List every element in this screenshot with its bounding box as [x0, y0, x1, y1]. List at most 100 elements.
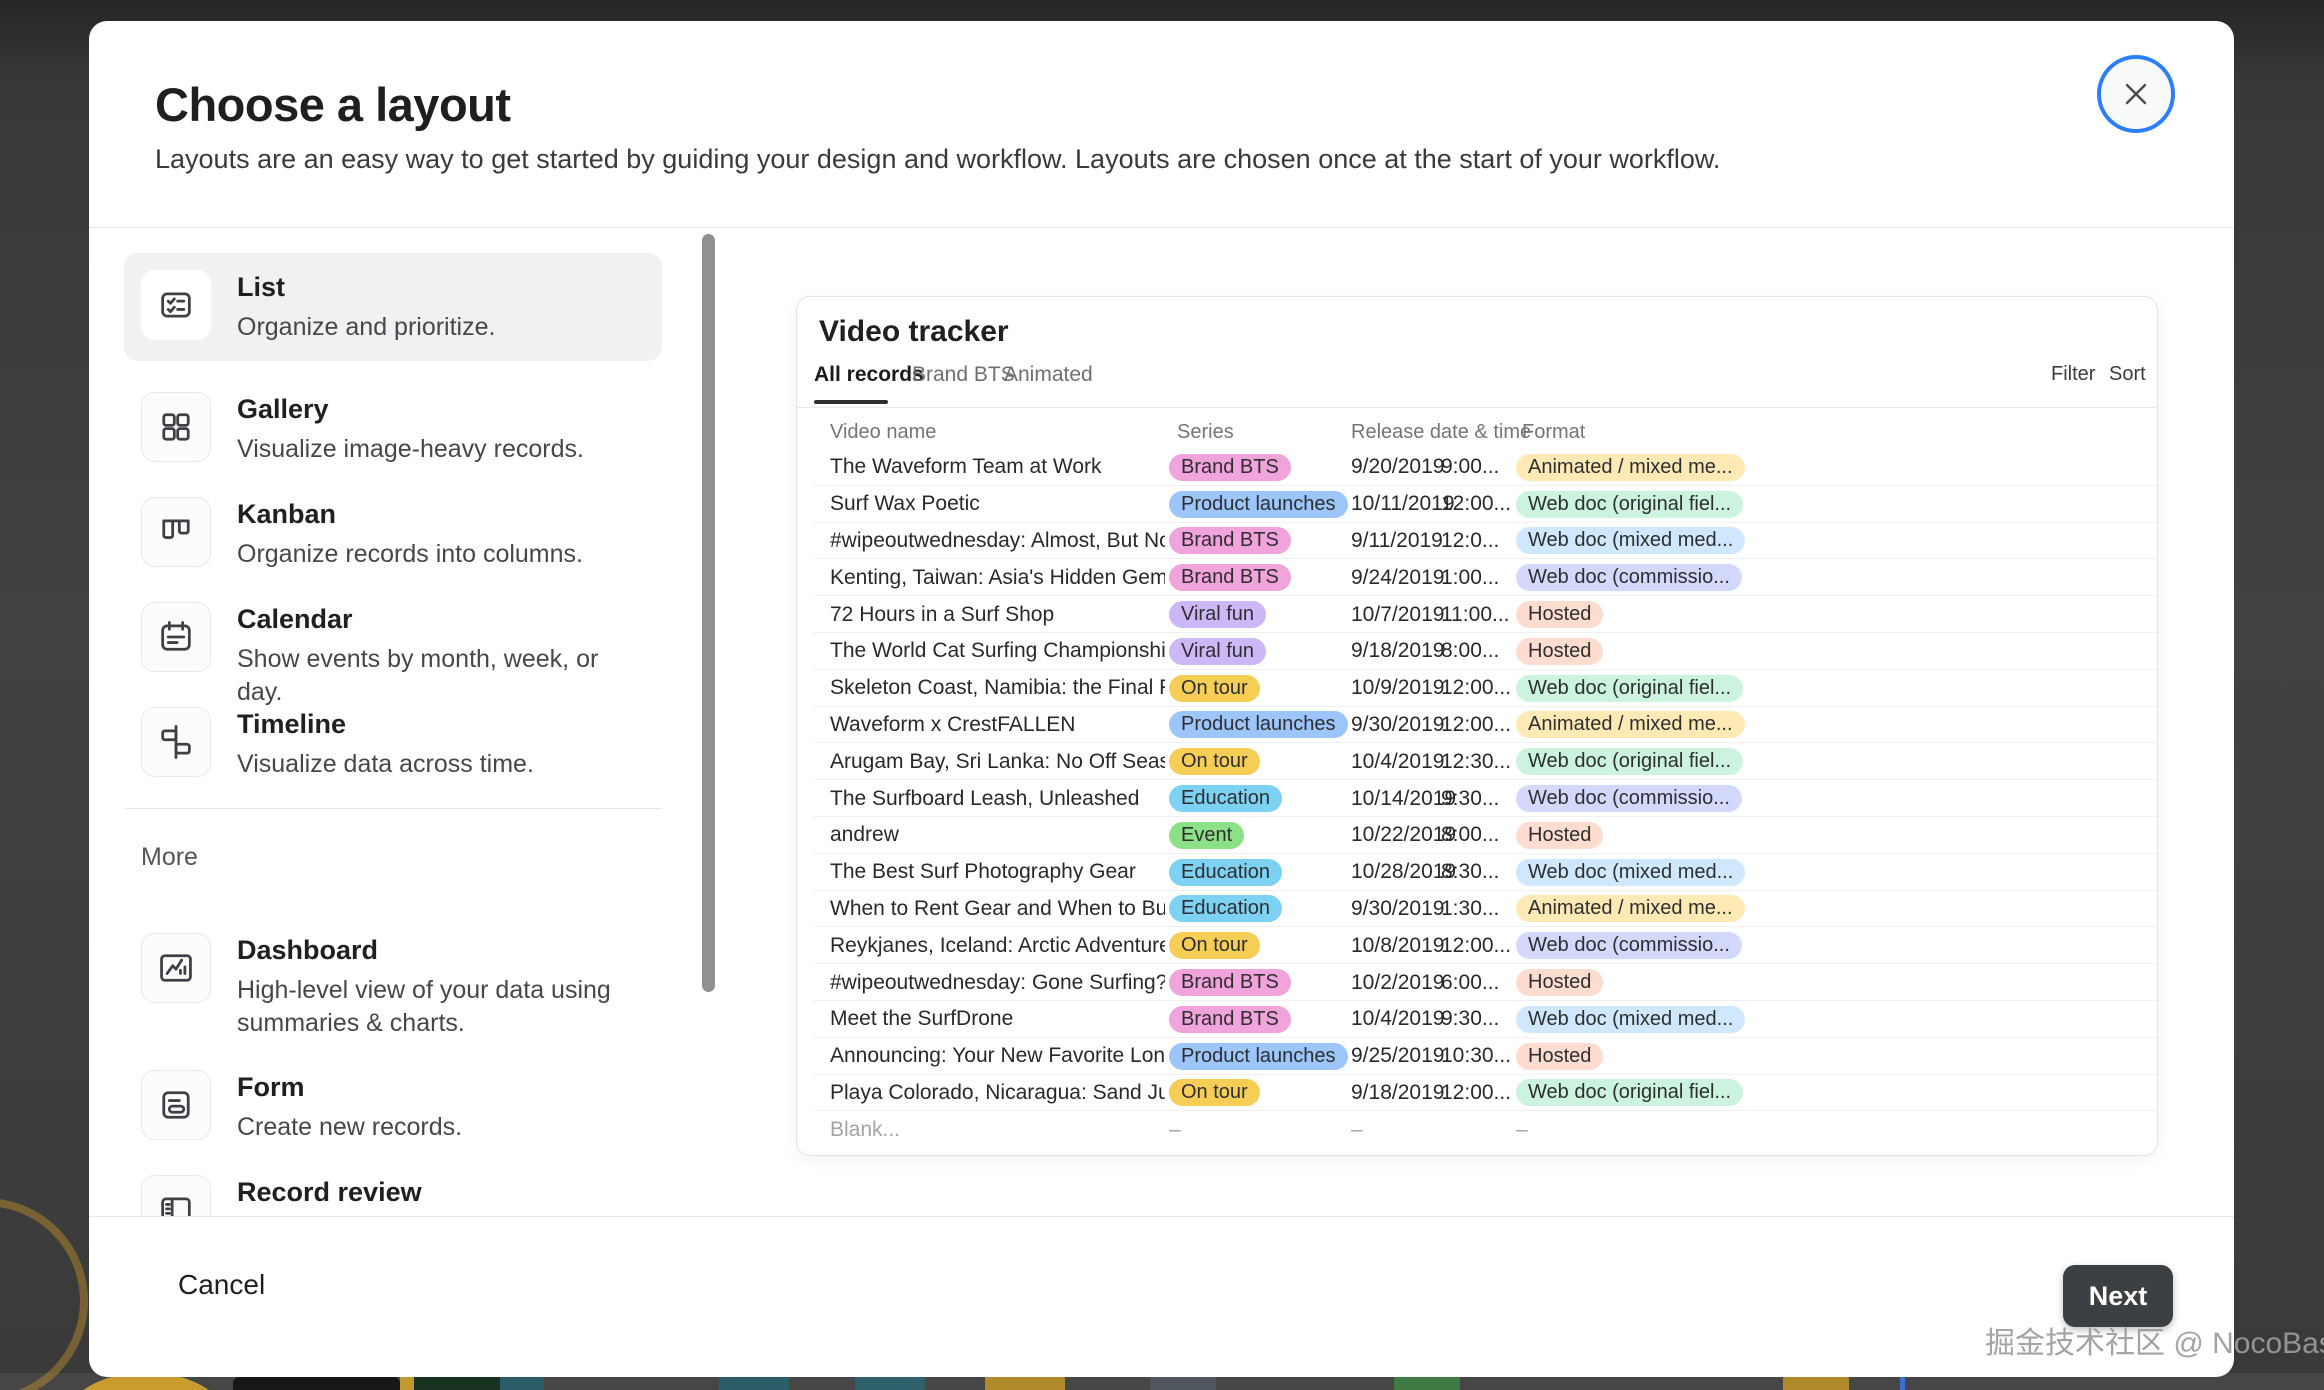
cell-video-name: #wipeoutwednesday: Gone Surfing? [830, 964, 1165, 1001]
cell-series: On tour [1169, 927, 1260, 964]
series-tag: On tour [1169, 1079, 1260, 1106]
sidebar-item-title: Kanban [237, 499, 629, 530]
format-tag: Web doc (original fiel... [1516, 491, 1743, 518]
preview-title: Video tracker [819, 315, 1009, 349]
sidebar-item-gallery[interactable]: Gallery Visualize image-heavy records. [124, 375, 662, 483]
cell-format: Web doc (commissio... [1516, 927, 1742, 964]
cell-release-date: 9/30/2019 [1351, 707, 1444, 744]
cell-release-date: 9/18/2019 [1351, 1075, 1444, 1112]
table-row[interactable]: The World Cat Surfing Championships 2019… [813, 633, 2157, 670]
cell-format: Web doc (original fiel... [1516, 486, 1743, 523]
background-fragment [233, 1376, 400, 1390]
cell-format: Hosted [1516, 964, 1603, 1001]
cell-release-time: 1:00... [1441, 559, 1499, 596]
cell-video-name: The Waveform Team at Work [830, 449, 1165, 486]
series-tag: On tour [1169, 675, 1260, 702]
tab-animated[interactable]: Animated [1004, 363, 1093, 387]
cell-series: Education [1169, 780, 1282, 817]
sidebar-item-dashboard[interactable]: Dashboard High-level view of your data u… [124, 916, 662, 1057]
table-row[interactable]: Arugam Bay, Sri Lanka: No Off Season On … [813, 743, 2157, 780]
cell-format: Web doc (mixed med... [1516, 523, 1745, 560]
sidebar-item-title: List [237, 272, 629, 303]
cell-release-time: 9:30... [1441, 780, 1499, 817]
screen: Choose a layout Layouts are an easy way … [0, 0, 2324, 1390]
layout-sidebar: List Organize and prioritize. Gallery Vi… [124, 248, 684, 1216]
cell-release-time: 9:00... [1441, 449, 1499, 486]
cell-series: Event [1169, 817, 1244, 854]
format-tag: Web doc (mixed med... [1516, 527, 1745, 554]
table-row[interactable]: When to Rent Gear and When to Buy Gear E… [813, 891, 2157, 928]
sidebar-scrollbar-thumb[interactable] [702, 234, 715, 992]
sidebar-divider [124, 808, 662, 809]
series-tag: On tour [1169, 748, 1260, 775]
cell-release-date: 10/11/2019 [1351, 486, 1455, 523]
sidebar-item-desc: Create new records. [237, 1111, 629, 1144]
format-tag: Web doc (mixed med... [1516, 1006, 1745, 1033]
series-tag: Education [1169, 785, 1282, 812]
cell-release-date: 10/4/2019 [1351, 743, 1444, 780]
cell-release-time: 12:00... [1441, 707, 1511, 744]
table-row[interactable]: Blank... – – – [813, 1111, 2157, 1148]
cell-format: Animated / mixed me... [1516, 449, 1745, 486]
cell-release-time: 8:00... [1441, 633, 1499, 670]
sidebar-item-kanban[interactable]: Kanban Organize records into columns. [124, 480, 662, 588]
cell-video-name: Surf Wax Poetic [830, 486, 1165, 523]
series-tag: On tour [1169, 932, 1260, 959]
cell-release-time: 12:00... [1441, 927, 1511, 964]
table-row[interactable]: 72 Hours in a Surf Shop Viral fun 10/7/2… [813, 596, 2157, 633]
cell-video-name: Waveform x CrestFALLEN [830, 707, 1165, 744]
format-tag: Hosted [1516, 1043, 1603, 1070]
cell-release-date: 10/9/2019 [1351, 670, 1444, 707]
cell-release-time: 11:00... [1441, 596, 1510, 633]
table-row[interactable]: Kenting, Taiwan: Asia's Hidden Gem Brand… [813, 559, 2157, 596]
sidebar-item-list[interactable]: List Organize and prioritize. [124, 253, 662, 361]
table-row[interactable]: The Surfboard Leash, Unleashed Education… [813, 780, 2157, 817]
cell-release-time: 1:30... [1441, 891, 1499, 928]
series-tag: Education [1169, 895, 1282, 922]
close-button[interactable] [2097, 55, 2175, 133]
cell-release-date: 10/2/2019 [1351, 964, 1444, 1001]
table-row[interactable]: Playa Colorado, Nicaragua: Sand Juan del… [813, 1075, 2157, 1112]
sidebar-item-form[interactable]: Form Create new records. [124, 1053, 662, 1161]
tab-brand-bts[interactable]: Brand BTS [912, 363, 1015, 387]
cell-format: Hosted [1516, 817, 1603, 854]
series-tag: Viral fun [1169, 601, 1266, 628]
cell-series: – [1169, 1111, 1181, 1148]
more-section-label: More [141, 843, 198, 872]
sort-button[interactable]: Sort [2109, 363, 2146, 386]
cell-series: Product launches [1169, 707, 1348, 744]
sidebar-item-title: Form [237, 1072, 629, 1103]
cell-release-time: 10:30... [1441, 1038, 1511, 1075]
cell-release-time: 12:0... [1441, 523, 1499, 560]
series-tag: Product launches [1169, 491, 1348, 518]
table-row[interactable]: Reykjanes, Iceland: Arctic Adventure On … [813, 927, 2157, 964]
table-row[interactable]: The Waveform Team at Work Brand BTS 9/20… [813, 449, 2157, 486]
format-tag: Web doc (original fiel... [1516, 675, 1743, 702]
sidebar-item-timeline[interactable]: Timeline Visualize data across time. [124, 690, 662, 798]
series-tag: Product launches [1169, 711, 1348, 738]
cell-release-date: 10/7/2019 [1351, 596, 1444, 633]
cell-format: – [1516, 1111, 1528, 1148]
cell-series: Brand BTS [1169, 449, 1291, 486]
cell-release-date: 10/8/2019 [1351, 927, 1444, 964]
table-row[interactable]: Meet the SurfDrone Brand BTS 10/4/2019 9… [813, 1001, 2157, 1038]
table-row[interactable]: Surf Wax Poetic Product launches 10/11/2… [813, 486, 2157, 523]
sidebar-item-title: Dashboard [237, 935, 629, 966]
table-row[interactable]: Skeleton Coast, Namibia: the Final Front… [813, 670, 2157, 707]
table-row[interactable]: #wipeoutwednesday: Gone Surfing? Brand B… [813, 964, 2157, 1001]
table-row[interactable]: andrew Event 10/22/2019 8:00... Hosted [813, 817, 2157, 854]
series-tag: Education [1169, 859, 1282, 886]
cell-video-name: Skeleton Coast, Namibia: the Final Front… [830, 670, 1165, 707]
table-row[interactable]: Waveform x CrestFALLEN Product launches … [813, 707, 2157, 744]
filter-button[interactable]: Filter [2051, 363, 2095, 386]
format-tag: Animated / mixed me... [1516, 454, 1745, 481]
cell-release-date: 9/18/2019 [1351, 633, 1444, 670]
table-row[interactable]: The Best Surf Photography Gear Education… [813, 854, 2157, 891]
sidebar-item-record-review[interactable]: Record review Review details of many rec… [124, 1158, 662, 1216]
cancel-button[interactable]: Cancel [178, 1269, 265, 1301]
tab-all-records[interactable]: All records [814, 363, 924, 387]
table-row[interactable]: #wipeoutwednesday: Almost, But Not Quite… [813, 523, 2157, 560]
close-icon [2121, 79, 2151, 109]
cell-format: Hosted [1516, 596, 1603, 633]
table-row[interactable]: Announcing: Your New Favorite Longboard … [813, 1038, 2157, 1075]
